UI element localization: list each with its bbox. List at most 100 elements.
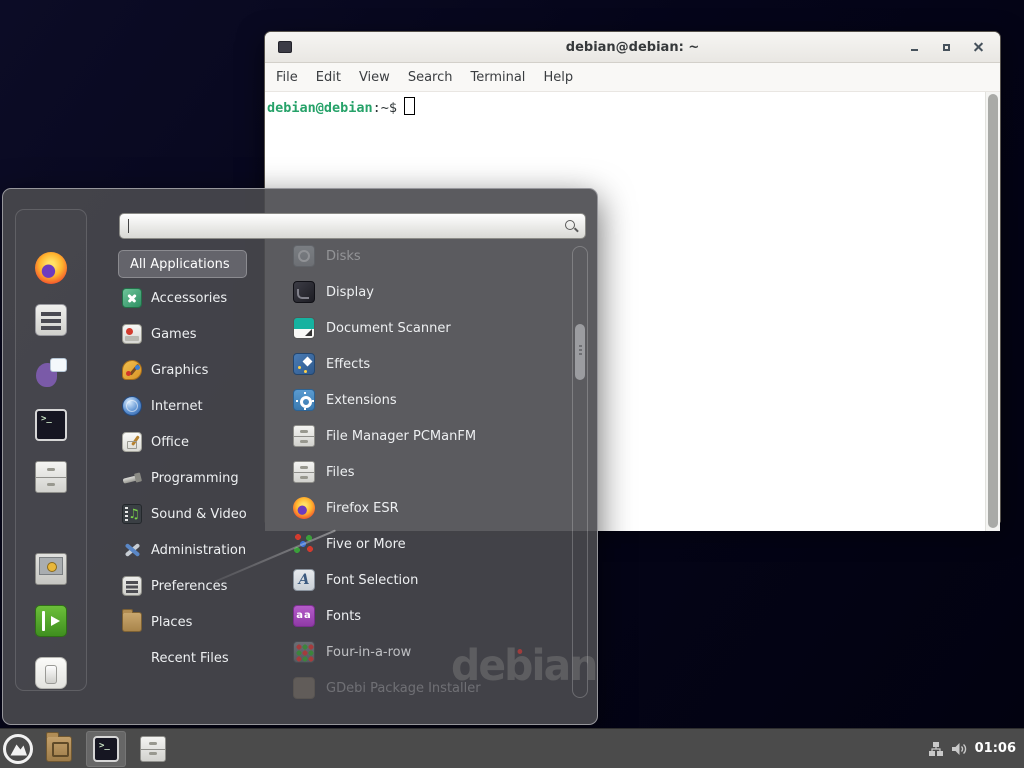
administration-icon [122,540,142,560]
app-files[interactable]: Files [289,454,571,490]
terminal-icon: >_ [93,736,119,762]
category-recent-files[interactable]: Recent Files [118,640,270,676]
volume-icon[interactable] [951,741,968,757]
effects-icon [293,353,315,375]
taskbar-terminal-button[interactable]: >_ [86,731,126,767]
terminal-menu-file[interactable]: File [267,70,307,85]
favorite-firefox-browser[interactable] [33,250,69,286]
firefox-icon [35,252,67,284]
logout-icon [35,605,67,637]
category-administration[interactable]: Administration [118,532,270,568]
app-list-scrollbar-thumb[interactable] [575,324,585,380]
network-icon[interactable] [928,741,944,757]
minimize-button[interactable] [908,41,921,54]
app-label: Fonts [326,609,361,624]
app-fonts[interactable]: aa Fonts [289,598,571,634]
search-input[interactable] [120,214,585,238]
terminal-glyph: >_ [95,738,117,760]
graphics-icon [122,360,142,380]
fonts-icon: aa [293,605,315,627]
category-label: Accessories [151,291,227,306]
app-label: Effects [326,357,370,372]
fonts-glyph: aa [294,606,314,626]
category-internet[interactable]: Internet [118,388,270,424]
category-games[interactable]: Games [118,316,270,352]
programming-icon [122,468,142,488]
terminal-menubar: FileEditViewSearchTerminalHelp [265,63,1000,92]
app-label: Extensions [326,393,397,408]
favorite-control-center[interactable] [33,302,69,338]
category-office[interactable]: Office [118,424,270,460]
terminal-window-icon [278,41,292,53]
category-places[interactable]: Places [118,604,270,640]
power-icon [35,657,67,689]
app-effects[interactable]: Effects [289,346,571,382]
app-label: Disks [326,249,361,264]
system-tray: 01:06 [928,741,1024,757]
app-list-scrollbar[interactable] [572,246,588,698]
app-font-selection[interactable]: AFont Selection [289,562,571,598]
terminal-icon: >_ [35,409,67,441]
menu-button-icon [2,733,34,765]
terminal-cursor [404,97,415,115]
maximize-button[interactable] [940,41,953,54]
session-lock-screen[interactable] [33,551,69,587]
file-cabinet-icon [293,425,315,447]
taskbar-file-manager-button[interactable] [39,731,79,767]
app-gdebi-package-installer[interactable]: GDebi Package Installer [289,670,571,706]
favorite-file-manager[interactable] [33,459,69,495]
favorite-terminal[interactable]: >_ [33,407,69,443]
terminal-menu-view[interactable]: View [350,70,399,85]
category-graphics[interactable]: Graphics [118,352,270,388]
no-icon [122,648,142,668]
app-firefox-esr[interactable]: Firefox ESR [289,490,571,526]
session-logout[interactable] [33,603,69,639]
terminal-menu-search[interactable]: Search [399,70,462,85]
app-display[interactable]: Display [289,274,571,310]
category-label: Office [151,435,189,450]
app-label: Firefox ESR [326,501,399,516]
terminal-scrollbar[interactable] [985,92,1000,531]
category-programming[interactable]: Programming [118,460,270,496]
terminal-menu-help[interactable]: Help [534,70,582,85]
prompt-suffix: :~$ [373,100,397,116]
window-title: debian@debian: ~ [265,40,1000,55]
category-preferences[interactable]: Preferences [118,568,270,604]
window-list: >_ [39,731,173,767]
application-list: Disks DisplayDocument Scanner Effects Exten… [289,238,571,706]
app-extensions[interactable]: Extensions [289,382,571,418]
category-label: Programming [151,471,239,486]
favorite-pidgin-messenger[interactable] [33,354,69,390]
session-power-off[interactable] [33,655,69,691]
prompt-user: debian@debian [267,100,373,116]
app-four-in-a-row[interactable]: Four-in-a-row [289,634,571,670]
app-label: GDebi Package Installer [326,681,481,696]
terminal-menu-edit[interactable]: Edit [307,70,350,85]
office-icon [122,432,142,452]
app-label: Five or More [326,537,406,552]
category-accessories[interactable]: Accessories [118,280,270,316]
games-icon [122,324,142,344]
menu-button[interactable] [2,733,34,765]
clock[interactable]: 01:06 [975,741,1016,756]
extensions-icon [293,389,315,411]
app-document-scanner[interactable]: Document Scanner [289,310,571,346]
app-file-manager-pcmanfm[interactable]: File Manager PCManFM [289,418,571,454]
terminal-scrollbar-thumb[interactable] [988,94,998,528]
taskbar-files-button[interactable] [133,731,173,767]
terminal-menu-terminal[interactable]: Terminal [461,70,534,85]
terminal-titlebar[interactable]: debian@debian: ~ [265,32,1000,63]
file-cabinet-icon [35,461,67,493]
preferences-icon [122,576,142,596]
search-icon [565,220,575,230]
search-box[interactable] [119,213,586,239]
category-label: Administration [151,543,246,558]
shell-prompt: debian@debian:~$ [267,100,415,116]
category-sound-video[interactable]: ♫Sound & Video [118,496,270,532]
category-all-applications[interactable]: All Applications [118,250,247,278]
app-disks[interactable]: Disks [289,238,571,274]
category-label: Sound & Video [151,507,247,522]
favorites-sidebar: >_ [15,209,87,691]
close-button[interactable] [972,41,985,54]
disks-icon [293,245,315,267]
